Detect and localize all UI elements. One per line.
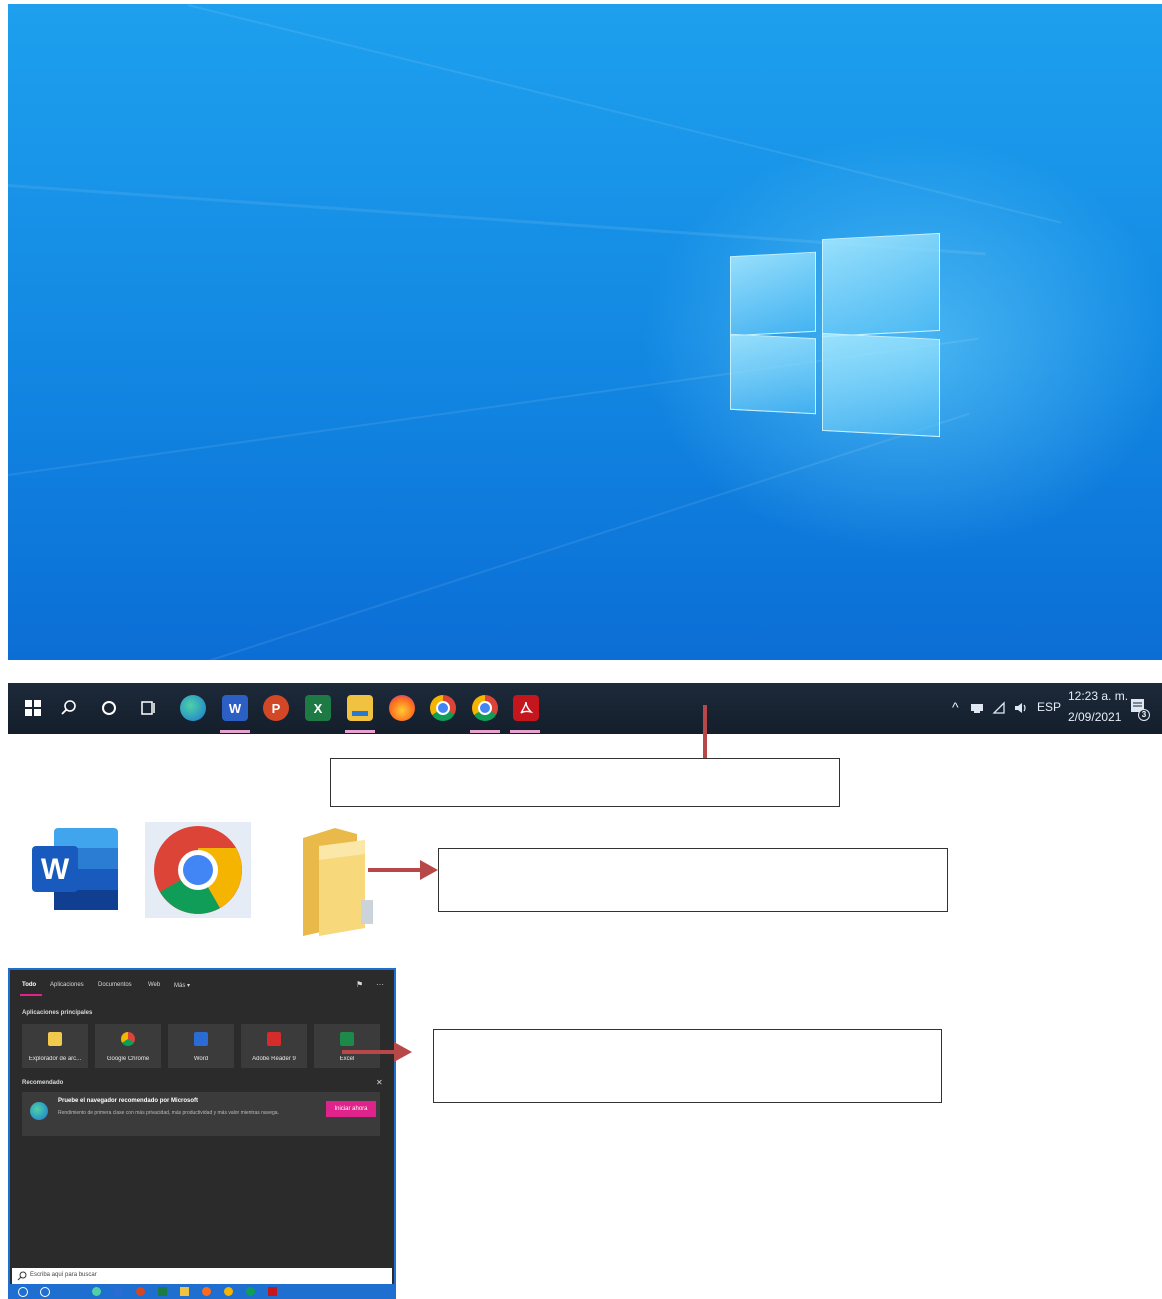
callout-line-folder (368, 868, 428, 872)
app-tile-label: Explorador de arc... (28, 1056, 82, 1062)
recommended-body: Rendimiento de primera clase con más pri… (58, 1110, 279, 1116)
file-explorer-icon (48, 1032, 62, 1046)
tab-aplicaciones[interactable]: Aplicaciones (50, 982, 84, 988)
top-apps-heading: Aplicaciones principales (22, 1010, 93, 1016)
chrome-profile-icon[interactable] (472, 695, 498, 721)
start-now-button[interactable]: Iniciar ahora (326, 1101, 376, 1117)
recommended-heading: Recomendado (22, 1080, 64, 1086)
word-icon: W (32, 828, 118, 910)
app-tile-label: Google Chrome (106, 1056, 150, 1062)
callout-arrowhead-icon (394, 1042, 412, 1062)
taskbar: W P X ^ ESP 12:23 a. m. 2/09/2021 3 (8, 683, 1162, 734)
wifi-icon[interactable] (990, 695, 1008, 721)
app-tile-adobe-reader[interactable]: Adobe Reader 9 (241, 1024, 307, 1068)
desktop-wallpaper (8, 4, 1162, 660)
search-input[interactable]: Escriba aquí para buscar (30, 1272, 97, 1278)
running-indicator (345, 730, 375, 733)
edge-icon (92, 1287, 101, 1296)
answer-box-search[interactable] (433, 1029, 942, 1103)
chrome-icon (224, 1287, 233, 1296)
recommended-card[interactable]: Pruebe el navegador recomendado por Micr… (22, 1092, 380, 1136)
answer-box-taskbar[interactable] (330, 758, 840, 807)
notification-count: 3 (1138, 709, 1150, 721)
app-tile-word[interactable]: Word (168, 1024, 234, 1068)
cortana-icon (40, 1287, 50, 1297)
close-icon[interactable]: ✕ (376, 1078, 383, 1087)
adobe-reader-icon (268, 1287, 277, 1296)
task-view-icon[interactable] (136, 695, 162, 721)
answer-box-folder[interactable] (438, 848, 948, 912)
app-tile-label: Adobe Reader 9 (252, 1056, 296, 1062)
firefox-icon (202, 1287, 211, 1296)
search-icon (17, 1271, 27, 1281)
app-tile-excel[interactable]: Excel (314, 1024, 380, 1068)
excel-icon[interactable]: X (305, 695, 331, 721)
callout-line-search (342, 1050, 398, 1054)
adobe-reader-icon[interactable] (513, 695, 539, 721)
excel-icon (158, 1287, 167, 1296)
running-indicator (220, 730, 250, 733)
excel-icon (340, 1032, 354, 1046)
edge-icon[interactable] (180, 695, 206, 721)
network-icon[interactable] (968, 695, 986, 721)
notification-center-icon[interactable]: 3 (1128, 695, 1150, 721)
chrome-profile-icon (246, 1287, 255, 1296)
running-indicator (470, 730, 500, 733)
chrome-taskbar-icon[interactable] (430, 695, 456, 721)
more-options-icon[interactable]: ··· (376, 980, 384, 989)
firefox-icon[interactable] (389, 695, 415, 721)
search-icon[interactable] (56, 695, 82, 721)
chrome-icon (145, 822, 251, 918)
adobe-reader-icon (267, 1032, 281, 1046)
recommended-title: Pruebe el navegador recomendado por Micr… (58, 1098, 199, 1104)
show-hidden-icons-icon[interactable]: ^ (952, 699, 959, 715)
word-taskbar-icon[interactable]: W (222, 695, 248, 721)
app-tile-label: Word (193, 1056, 209, 1062)
word-icon (114, 1287, 123, 1296)
language-indicator[interactable]: ESP (1037, 700, 1061, 714)
cortana-icon[interactable] (96, 695, 122, 721)
tab-documentos[interactable]: Documentos (98, 982, 132, 988)
mini-taskbar (10, 1284, 394, 1299)
callout-line-taskbar (703, 705, 707, 758)
file-explorer-icon[interactable] (347, 695, 373, 721)
tab-mas[interactable]: Más ▾ (174, 982, 190, 989)
running-indicator (510, 730, 540, 733)
powerpoint-icon[interactable]: P (263, 695, 289, 721)
tab-todo[interactable]: Todo (22, 982, 36, 988)
word-icon-letter: W (41, 853, 70, 886)
search-bar[interactable]: Escriba aquí para buscar (12, 1268, 392, 1284)
active-tab-indicator (20, 994, 42, 996)
search-icon (18, 1287, 28, 1297)
app-tile-chrome[interactable]: Google Chrome (95, 1024, 161, 1068)
chrome-icon (121, 1032, 135, 1046)
file-explorer-icon (180, 1287, 189, 1296)
tab-web[interactable]: Web (148, 982, 160, 988)
callout-arrowhead-icon (420, 860, 438, 880)
clock-date[interactable]: 2/09/2021 (1068, 710, 1121, 724)
feedback-icon[interactable]: ⚑ (356, 980, 363, 989)
folder-icon (295, 824, 380, 940)
search-panel: Todo Aplicaciones Documentos Web Más ▾ ⚑… (8, 968, 396, 1299)
clock-time[interactable]: 12:23 a. m. (1068, 689, 1128, 703)
app-tile-file-explorer[interactable]: Explorador de arc... (22, 1024, 88, 1068)
edge-icon (30, 1102, 48, 1120)
powerpoint-icon (136, 1287, 145, 1296)
word-icon (194, 1032, 208, 1046)
volume-icon[interactable] (1012, 695, 1030, 721)
app-tile-label: Excel (339, 1056, 355, 1062)
start-icon[interactable] (20, 695, 46, 721)
